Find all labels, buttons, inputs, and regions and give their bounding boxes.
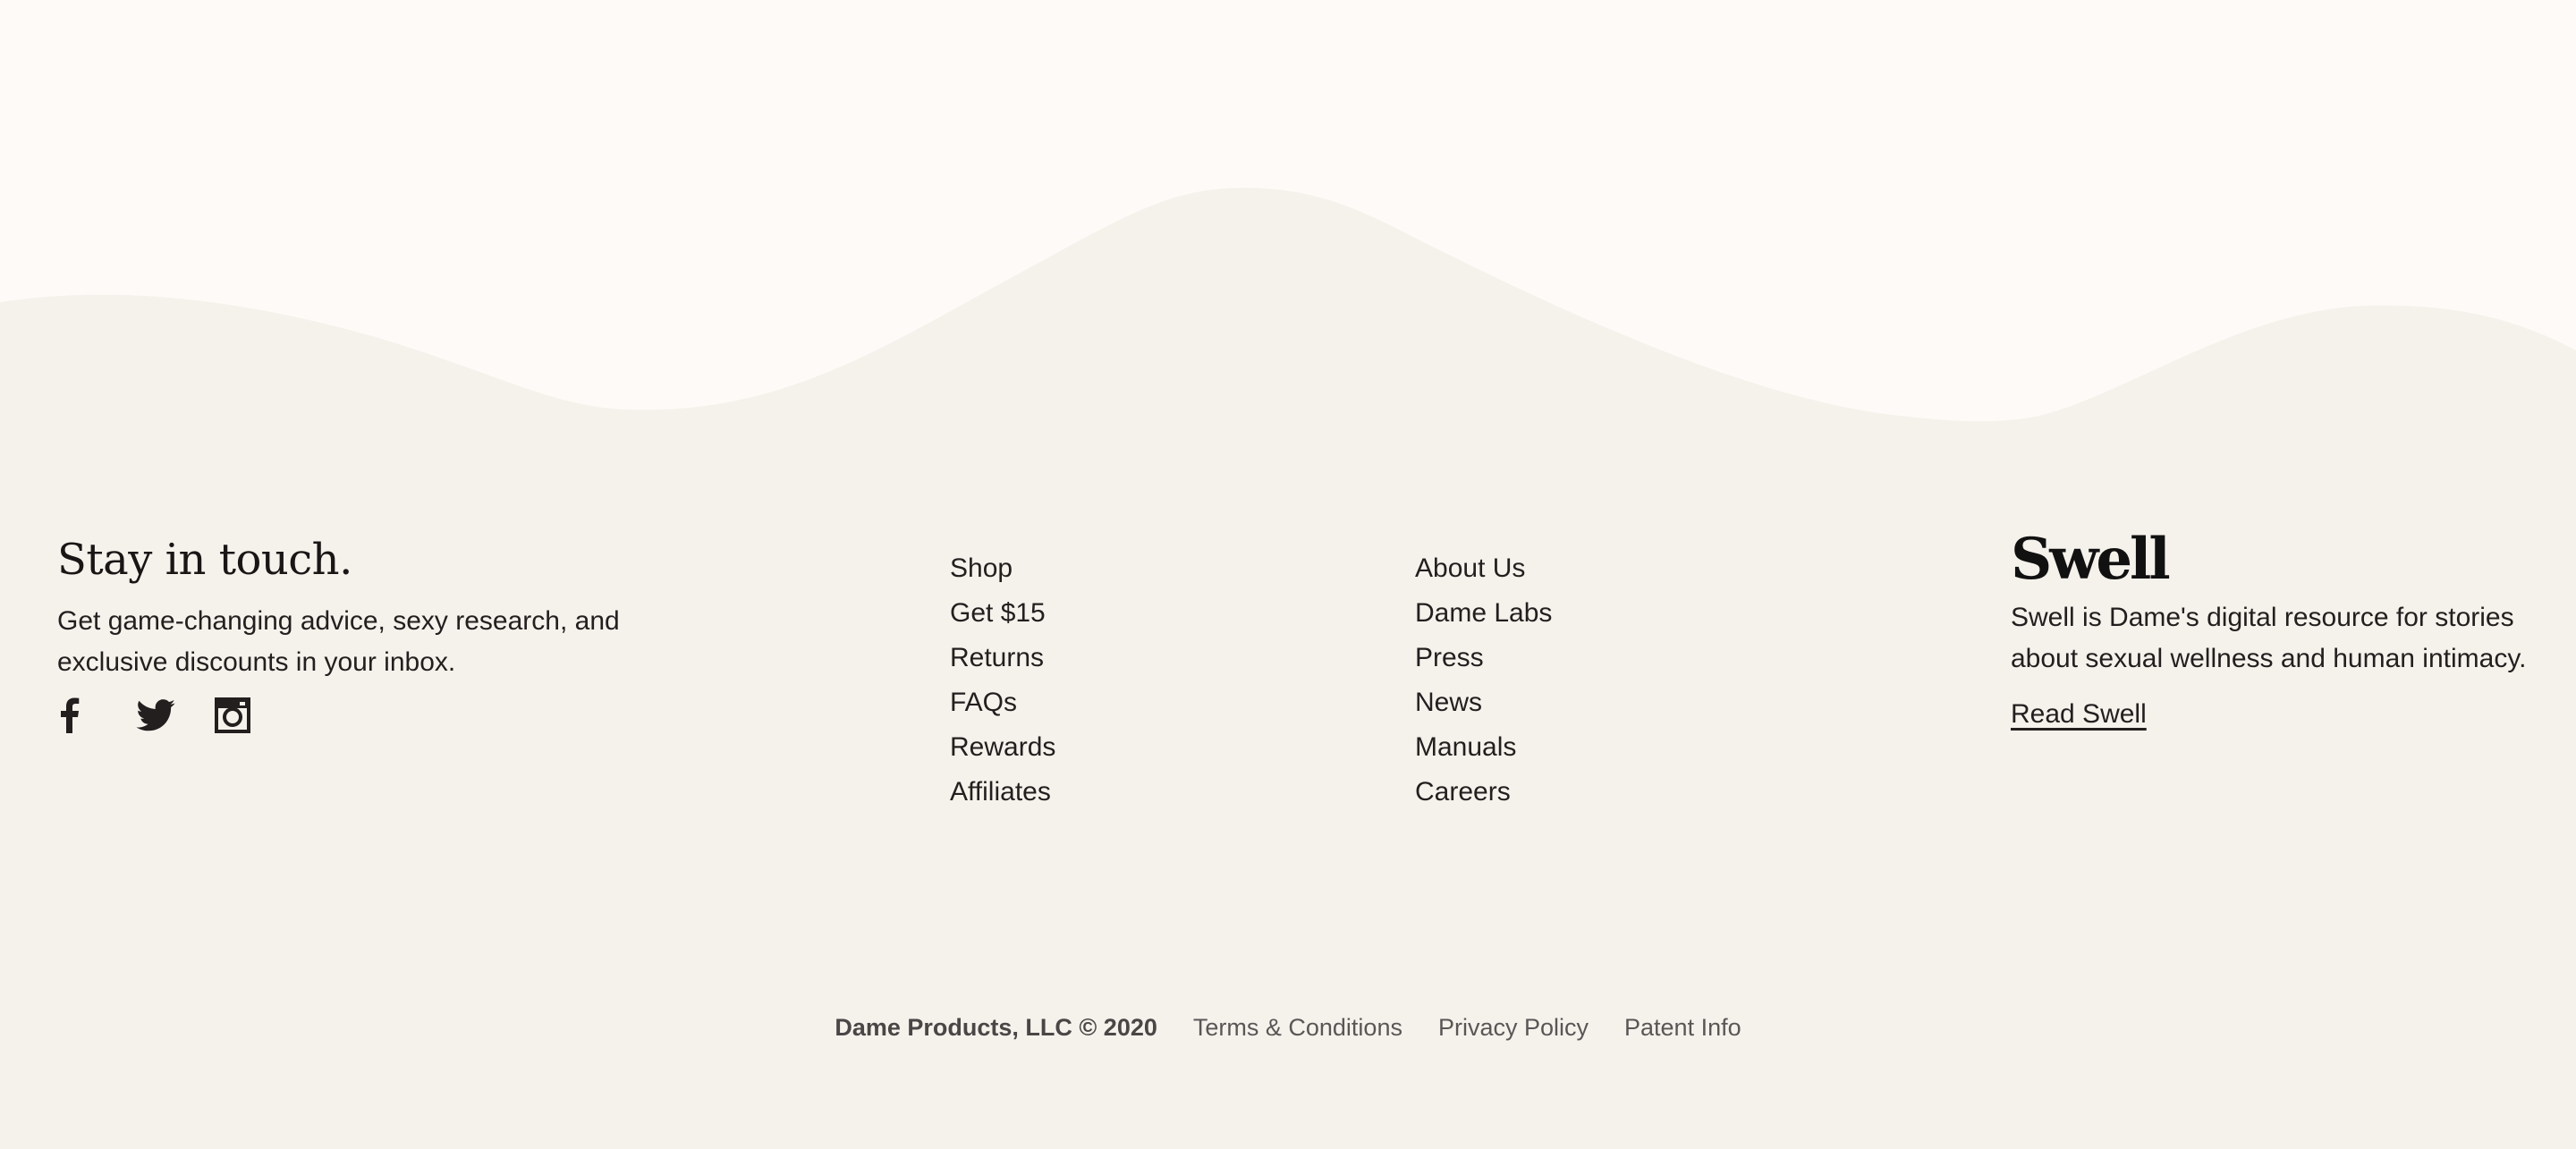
copyright-text: Dame Products, LLC © 2020 [835,1014,1157,1041]
patent-link[interactable]: Patent Info [1624,1014,1741,1042]
footer-nav-company: About Us Dame Labs Press News Manuals Ca… [1415,552,1552,820]
nav-link-affiliates[interactable]: Affiliates [950,765,1055,820]
terms-link[interactable]: Terms & Conditions [1193,1014,1402,1042]
nav-link-careers[interactable]: Careers [1415,765,1552,820]
swell-description: Swell is Dame's digital resource for sto… [2011,603,2527,673]
newsletter-text: Get game-changing advice, sexy research,… [57,606,620,677]
facebook-icon[interactable] [57,696,104,735]
privacy-link[interactable]: Privacy Policy [1438,1014,1589,1042]
swell-section: Swell Swell is Dame's digital resource f… [2011,528,2547,730]
swell-logo: Swell [2011,526,2171,593]
social-links [57,696,737,735]
legal-bar: Dame Products, LLC © 2020 Terms & Condit… [0,1014,2576,1042]
read-swell-link[interactable]: Read Swell [2011,699,2147,730]
newsletter-title: Stay in touch. [57,535,352,585]
instagram-icon[interactable] [215,696,261,735]
newsletter-section: Stay in touch. Get game-changing advice,… [57,535,737,735]
twitter-icon[interactable] [136,696,182,735]
site-footer: Stay in touch. Get game-changing advice,… [0,0,2576,1149]
footer-nav-shop: Shop Get $15 Returns FAQs Rewards Affili… [950,552,1055,820]
